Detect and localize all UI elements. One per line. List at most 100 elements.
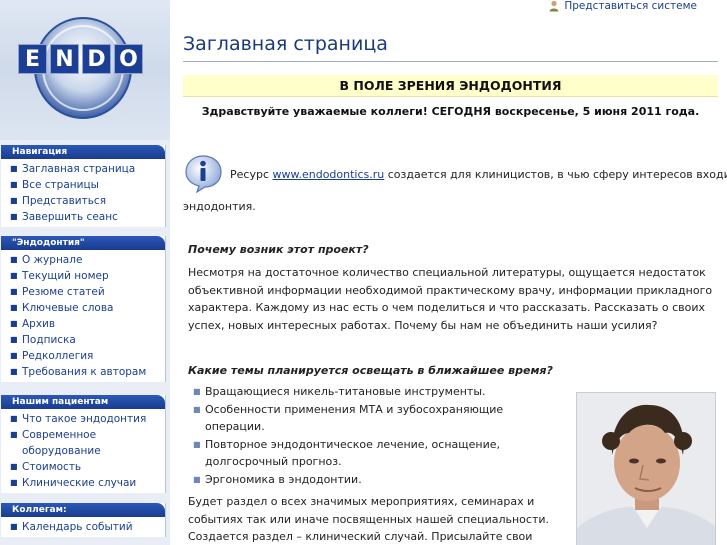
paragraph-events: Будет раздел о всех значимых мероприятия… [188,495,549,543]
intro-text-continued: эндодонтия. [183,200,256,213]
sidebar-item[interactable]: ■ Подписка [1,332,165,348]
bullet-icon: ■ [10,351,18,360]
sidebar-item[interactable]: ■ Редколлегия [1,348,165,364]
login-link[interactable]: Представиться системе [548,0,697,12]
list-item: ■ Вращающиеся никель-титановые инструмент… [193,383,553,401]
topic-text: Повторное эндодонтическое лечение, оснащ… [205,437,501,469]
nav-section: Нашим пациентам ■ Что такое эндодонтия ■ Сов… [1,395,166,493]
nav-section-title: "Эндодонтия" [1,236,165,250]
sidebar-item[interactable]: ■ Что такое эндодонтия [1,411,165,427]
nav-section-title: Коллегам: [1,503,165,517]
nav-section-title: Нашим пациентам [1,395,165,409]
site-logo[interactable]: ENDO [18,44,143,74]
sidebar-item[interactable]: ■ О журнале [1,252,165,268]
sidebar-item-label: Ключевые слова [22,302,114,314]
sidebar-item-label: О журнале [22,254,83,266]
sidebar-item-label: Представиться [22,195,107,207]
bullet-icon: ■ [193,404,201,414]
bullet-icon: ■ [193,474,201,484]
logo-area: ENDO [0,0,170,140]
sidebar-item-label: Резюме статей [22,286,105,298]
list-item: ■ Повторное эндодонтическое лечение, осна… [193,436,553,471]
bullet-icon: ■ [10,478,18,487]
list-item: ■ Эргономика в эндодонтии. [193,471,553,489]
paragraph-why: Несмотря на достаточное количество специ… [188,266,713,332]
sidebar-item[interactable]: ■ Клинические случаи [1,475,165,491]
bullet-icon: ■ [10,319,18,328]
sidebar-item[interactable]: ■ Завершить сеанс [1,209,165,225]
bullet-icon: ■ [10,462,18,471]
sidebar-item-label: Заглавная страница [22,163,136,175]
intro-text: Ресурс www.endodontics.ru создается для … [230,167,727,183]
user-icon [548,0,560,12]
nav-list: ■ Календарь событий [1,517,165,537]
bullet-icon: ■ [10,255,18,264]
sidebar-item-label: Стоимость [22,461,82,473]
logo-letter: O [114,44,143,74]
bullet-icon: ■ [10,303,18,312]
info-icon [185,155,222,193]
sidebar-item-label: Редколлегия [22,350,94,362]
topics-list: ■ Вращающиеся никель-титановые инструмент… [193,383,553,488]
nav-list: ■ Что такое эндодонтия ■ Современное оборуд… [1,409,165,493]
headline-banner: В ПОЛЕ ЗРЕНИЯ ЭНДОДОНТИЯ [183,75,718,97]
main-content: Заглавная страница В ПОЛЕ ЗРЕНИЯ ЭНДОДОН… [183,28,727,545]
bullet-icon: ■ [10,196,18,205]
logo-letter: N [50,44,79,74]
intro-prefix: Ресурс [230,168,273,181]
site-link[interactable]: www.endodontics.ru [273,168,385,181]
sidebar-item[interactable]: ■ Все страницы [1,177,165,193]
topic-text: Особенности применения МТА и зубосохраня… [205,402,504,434]
sidebar-item[interactable]: ■ Представиться [1,193,165,209]
nav-list: ■ Заглавная страница ■ Все страницы ■ Предста… [1,159,165,227]
sidebar-item[interactable]: ■ Календарь событий [1,519,165,535]
bullet-icon: ■ [10,414,18,423]
sidebar-item[interactable]: ■ Резюме статей [1,284,165,300]
sidebar-item[interactable]: ■ Современное оборудование [1,427,165,459]
left-sidebar: ENDO Навигация ■ Заглавная страница ■ Все ст… [0,0,170,545]
bullet-icon: ■ [193,387,201,396]
nav-section-title: Навигация [1,145,165,159]
sidebar-item-label: Завершить сеанс [22,211,118,223]
sidebar-item[interactable]: ■ Архив [1,316,165,332]
list-item: ■ Особенности применения МТА и зубосохран… [193,401,553,436]
bullet-icon: ■ [10,212,18,221]
page-title: Заглавная страница [183,28,718,62]
nav-section: "Эндодонтия" ■ О журнале ■ Текущий номер ■ Рез… [1,236,166,382]
login-label: Представиться системе [564,0,697,12]
sidebar-item-label: Архив [22,318,56,330]
sidebar-item[interactable]: ■ Стоимость [1,459,165,475]
nav-section: Навигация ■ Заглавная страница ■ Все страниц… [1,145,166,227]
bullet-icon: ■ [10,271,18,280]
bullet-icon: ■ [10,430,18,439]
sidebar-item-label: Клинические случаи [22,477,137,489]
sidebar-item-label: Подписка [22,334,76,346]
question-heading-why: Почему возник этот проект? [188,243,369,256]
sidebar-item[interactable]: ■ Заглавная страница [1,161,165,177]
bullet-icon: ■ [10,164,18,173]
logo-letter: E [18,44,47,74]
logo-letter: D [82,44,111,74]
sidebar-item-label: Современное оборудование [22,429,101,457]
question-heading-topics: Какие темы планируется освещать в ближай… [188,364,553,377]
bullet-icon: ■ [10,367,18,376]
sidebar-item-label: Все страницы [22,179,99,191]
doctor-photo [576,392,716,545]
nav-list: ■ О журнале ■ Текущий номер ■ Резюме статей ■ К… [1,250,165,382]
greeting-text: Здравствуйте уважаемые коллеги! СЕГОДНЯ … [201,105,700,118]
topic-text: Вращающиеся никель-титановые инструменты… [205,385,486,398]
sidebar-item[interactable]: ■ Требования к авторам [1,364,165,380]
nav-section: Коллегам: ■ Календарь событий [1,503,166,537]
bullet-icon: ■ [10,287,18,296]
sidebar-item[interactable]: ■ Текущий номер [1,268,165,284]
sidebar-item-label: Требования к авторам [22,366,147,378]
sidebar-item-label: Что такое эндодонтия [22,413,147,425]
bullet-icon: ■ [193,439,201,449]
sidebar-item-label: Календарь событий [22,521,133,533]
intro-suffix: создается для клиницистов, в чью сферу и… [384,168,727,181]
sidebar-item[interactable]: ■ Ключевые слова [1,300,165,316]
bullet-icon: ■ [10,180,18,189]
sidebar-item-label: Текущий номер [22,270,109,282]
topic-text: Эргономика в эндодонтии. [205,472,362,486]
bullet-icon: ■ [10,522,18,531]
